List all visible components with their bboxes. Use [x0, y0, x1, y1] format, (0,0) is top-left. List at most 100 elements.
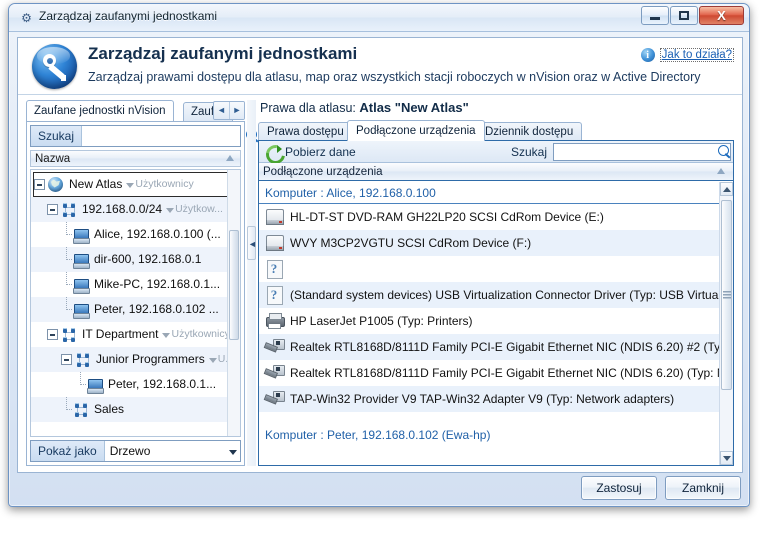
- grid-column-header[interactable]: Podłączone urządzenia: [259, 163, 733, 181]
- cdrom-icon: [264, 207, 285, 227]
- show-as-label: Pokaż jako: [31, 441, 105, 461]
- maximize-icon: [671, 7, 697, 24]
- tree-connector: [61, 222, 72, 247]
- tab-access-rights[interactable]: Prawa dostępu: [258, 122, 353, 141]
- tab-next-icon[interactable]: ►: [229, 102, 244, 119]
- grid-search-group: Szukaj: [505, 141, 733, 163]
- tree-item-mike-pc[interactable]: Mike-PC, 192.168.0.1...: [31, 272, 240, 297]
- tree-item-junior-programmers[interactable]: Junior Programmers U...: [31, 347, 240, 372]
- scrollbar-grip-icon: [722, 291, 731, 299]
- maximize-button[interactable]: [670, 6, 698, 25]
- left-panel-body: Szukaj Nazwa New Atlas Użytkownicy 192.1…: [26, 121, 258, 466]
- tree-connector: [61, 272, 72, 297]
- fetch-data-button[interactable]: Pobierz dane: [285, 145, 356, 159]
- tree-item-sales[interactable]: Sales: [31, 397, 240, 422]
- trusted-units-tree[interactable]: New Atlas Użytkownicy 192.168.0.0/24 Uży…: [30, 169, 241, 437]
- spacer-row: [259, 412, 719, 424]
- scrollbar-thumb[interactable]: [229, 230, 239, 340]
- device-label: HP LaserJet P1005 (Typ: Printers): [290, 314, 473, 328]
- table-row[interactable]: WVY M3CP2VGTU SCSI CdRom Device (F:): [259, 230, 719, 256]
- rights-heading: Prawa dla atlasu: Atlas "New Atlas": [260, 100, 734, 115]
- tree-search-label: Szukaj: [31, 126, 83, 146]
- tree-column-header[interactable]: Nazwa: [30, 150, 241, 167]
- table-row[interactable]: Realtek RTL8168D/8111D Family PCI-E Giga…: [259, 360, 719, 386]
- collapse-icon[interactable]: [34, 179, 45, 190]
- computer-icon: [72, 251, 90, 269]
- collapse-icon[interactable]: [47, 329, 58, 340]
- device-label: HL-DT-ST DVD-RAM GH22LP20 SCSI CdRom Dev…: [290, 210, 604, 224]
- device-label: Realtek RTL8168D/8111D Family PCI-E Giga…: [290, 366, 719, 380]
- key-badge-icon: [32, 44, 77, 89]
- close-icon: X: [717, 8, 726, 23]
- tab-connected-devices[interactable]: Podłączone urządzenia: [347, 120, 485, 141]
- device-label: WVY M3CP2VGTU SCSI CdRom Device (F:): [290, 236, 532, 250]
- close-dialog-label: Zamknij: [681, 481, 724, 495]
- tab-prev-icon[interactable]: ◄: [214, 102, 229, 119]
- network-icon: [74, 351, 92, 369]
- tree-item-new-atlas[interactable]: New Atlas Użytkownicy: [33, 172, 236, 197]
- computer-icon: [72, 301, 90, 319]
- cdrom-icon: [264, 233, 285, 253]
- tree-item-label: IT Department: [82, 327, 159, 341]
- collapse-icon[interactable]: [47, 204, 58, 215]
- collapse-icon[interactable]: [61, 354, 72, 365]
- tab-scroll-buttons: ◄ ►: [213, 101, 245, 120]
- grid-search-input[interactable]: [554, 143, 715, 160]
- sort-ascending-icon: [226, 155, 234, 161]
- tab-access-log[interactable]: Dziennik dostępu: [476, 122, 583, 141]
- tree-item-peter-junior[interactable]: Peter, 192.168.0.1...: [31, 372, 240, 397]
- howto-link[interactable]: Jak to działa?: [659, 48, 734, 62]
- grid-toolbar: Pobierz dane Szukaj: [259, 141, 733, 163]
- panel-splitter[interactable]: ◄: [247, 100, 257, 466]
- table-row[interactable]: HL-DT-ST DVD-RAM GH22LP20 SCSI CdRom Dev…: [259, 204, 719, 230]
- close-dialog-button[interactable]: Zamknij: [665, 476, 741, 500]
- tree-item-label: Peter, 192.168.0.102 ...: [94, 302, 219, 316]
- device-label: Realtek RTL8168D/8111D Family PCI-E Giga…: [290, 340, 719, 354]
- dialog-footer: Zastosuj Zamknij: [9, 470, 749, 506]
- show-as-combo[interactable]: Pokaż jako Drzewo: [30, 440, 241, 462]
- refresh-icon[interactable]: [265, 144, 282, 160]
- tree-search-input[interactable]: [82, 127, 244, 145]
- group-row[interactable]: Komputer : Alice, 192.168.0.100: [259, 182, 719, 204]
- computer-icon: [72, 226, 90, 244]
- right-tabstrip: Prawa dostępu Podłączone urządzenia Dzie…: [258, 120, 734, 141]
- tree-column-header-label: Nazwa: [35, 153, 71, 165]
- tree-item-it-department[interactable]: IT Department Użytkownicy: [31, 322, 240, 347]
- grid-search-label: Szukaj: [510, 144, 547, 159]
- left-tabstrip: Zaufane jednostki nVision Zaufan ◄ ►: [26, 100, 245, 121]
- table-row[interactable]: (Standard system devices) USB Virtualiza…: [259, 282, 719, 308]
- tree-item-alice[interactable]: Alice, 192.168.0.100 (...: [31, 222, 240, 247]
- tree-item-subnet[interactable]: 192.168.0.0/24 Użytkow...: [31, 197, 240, 222]
- table-row[interactable]: [259, 256, 719, 282]
- grid-vertical-scrollbar[interactable]: [719, 182, 733, 465]
- right-panel: Prawa dla atlasu: Atlas "New Atlas" Praw…: [258, 98, 734, 466]
- title-bar: ⚙ Zarządzaj zaufanymi jednostkami X: [9, 4, 749, 32]
- table-row[interactable]: TAP-Win32 Provider V9 TAP-Win32 Adapter …: [259, 386, 719, 412]
- chevron-down-icon[interactable]: [224, 441, 240, 461]
- close-button[interactable]: X: [699, 6, 744, 25]
- tab-trusted-units-nvision[interactable]: Zaufane jednostki nVision: [26, 100, 174, 121]
- scroll-down-button[interactable]: [720, 451, 733, 465]
- group-row[interactable]: Komputer : Peter, 192.168.0.102 (Ewa-hp): [259, 424, 719, 446]
- caption-buttons: X: [641, 6, 744, 25]
- table-row[interactable]: HP LaserJet P1005 (Typ: Printers): [259, 308, 719, 334]
- search-icon[interactable]: [715, 142, 735, 162]
- users-tag[interactable]: Użytkownicy: [162, 322, 230, 347]
- tree-connector: [61, 297, 72, 322]
- splitter-collapse-handle[interactable]: ◄: [247, 226, 257, 260]
- table-row[interactable]: Realtek RTL8168D/8111D Family PCI-E Giga…: [259, 334, 719, 360]
- computer-icon: [72, 276, 90, 294]
- unknown-device-icon: [264, 259, 285, 279]
- scroll-up-button[interactable]: [720, 182, 733, 196]
- tree-item-dir600[interactable]: dir-600, 192.168.0.1: [31, 247, 240, 272]
- scrollbar-thumb[interactable]: [721, 200, 732, 390]
- users-tag[interactable]: Użytkow...: [166, 197, 223, 222]
- users-tag[interactable]: Użytkownicy: [126, 172, 194, 197]
- tree-search-bar: Szukaj: [30, 125, 258, 147]
- tree-item-label: Junior Programmers: [96, 352, 205, 366]
- apply-button[interactable]: Zastosuj: [581, 476, 657, 500]
- tree-item-peter[interactable]: Peter, 192.168.0.102 ...: [31, 297, 240, 322]
- minimize-button[interactable]: [641, 6, 669, 25]
- tree-vertical-scrollbar[interactable]: [227, 170, 240, 436]
- page-title: Zarządzaj zaufanymi jednostkami: [88, 44, 358, 63]
